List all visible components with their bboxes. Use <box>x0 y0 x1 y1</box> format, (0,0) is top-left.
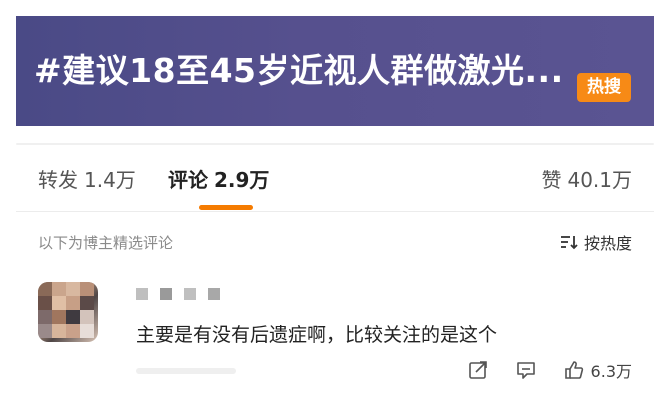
tab-repost[interactable]: 转发 1.4万 <box>38 164 136 193</box>
comment-item: 主要是有没有后遗症啊，比较关注的是这个 6.3万 <box>16 270 654 410</box>
username-redacted[interactable] <box>136 288 220 300</box>
comment-actions: 6.3万 <box>467 358 632 382</box>
tab-likes-label: 赞 <box>541 168 562 192</box>
like-button[interactable]: 6.3万 <box>563 358 632 382</box>
like-count: 6.3万 <box>590 362 632 381</box>
comment-meta-redacted <box>136 368 236 374</box>
sort-by-hot-button[interactable]: 按热度 <box>560 230 632 254</box>
hot-search-badge: 热搜 <box>577 73 631 102</box>
topic-title[interactable]: #建议18至45岁近视人群做激光... <box>34 16 564 126</box>
tab-repost-count: 1.4万 <box>84 168 136 192</box>
tab-likes-count: 40.1万 <box>567 168 632 192</box>
interaction-tabs: 转发 1.4万 评论 2.9万 赞 40.1万 <box>16 150 654 212</box>
sort-label: 按热度 <box>583 234 632 253</box>
tab-comments-count: 2.9万 <box>214 168 270 192</box>
reply-icon <box>516 362 535 379</box>
sort-list-icon <box>560 236 578 250</box>
hot-topic-banner[interactable]: #建议18至45岁近视人群做激光... 热搜 <box>16 16 654 126</box>
tab-likes[interactable]: 赞 40.1万 <box>541 164 632 193</box>
share-icon <box>468 361 487 379</box>
featured-comments-label: 以下为博主精选评论 <box>38 234 174 252</box>
avatar[interactable] <box>38 282 98 342</box>
tab-comments[interactable]: 评论 2.9万 <box>168 164 269 193</box>
thumbs-up-icon <box>564 361 583 379</box>
reply-button[interactable] <box>515 359 537 381</box>
share-button[interactable] <box>467 359 489 381</box>
tab-repost-label: 转发 <box>38 168 78 192</box>
comments-subheader: 以下为博主精选评论 按热度 <box>16 212 654 268</box>
comment-text: 主要是有没有后遗症啊，比较关注的是这个 <box>136 324 498 346</box>
card-divider <box>16 143 654 145</box>
tab-comments-label: 评论 <box>168 168 208 192</box>
active-tab-indicator <box>199 205 253 210</box>
